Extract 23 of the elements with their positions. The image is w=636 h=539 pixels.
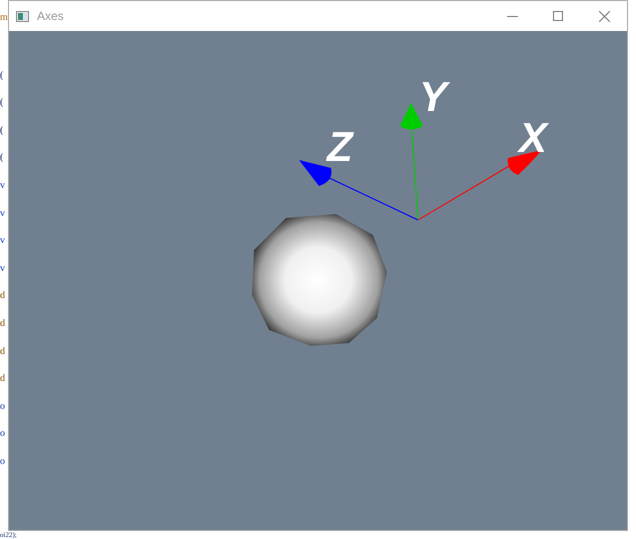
axis-label: Y [419,73,448,120]
window-title: Axes [37,8,64,25]
code-line: m [0,11,8,25]
code-line: d [0,372,6,386]
code-line: o [0,454,6,469]
close-icon [598,10,610,22]
code-line: v [0,178,6,193]
code-line: v [0,234,6,248]
code-line: ( [0,151,4,166]
code-line: v [0,206,6,221]
code-line: v [0,262,6,276]
axis-label: Z [327,123,353,170]
code-line: d [0,316,6,331]
axis-label: X [519,114,548,161]
code-line: ( [0,96,4,110]
code-line: o [0,427,6,442]
code-line: ( [0,124,4,138]
code-line: ( [0,68,4,83]
code-line: d [0,344,6,359]
code-line: o [0,400,6,414]
code-line: d [0,289,6,304]
window-icon [16,10,29,22]
maximize-icon [553,11,563,21]
